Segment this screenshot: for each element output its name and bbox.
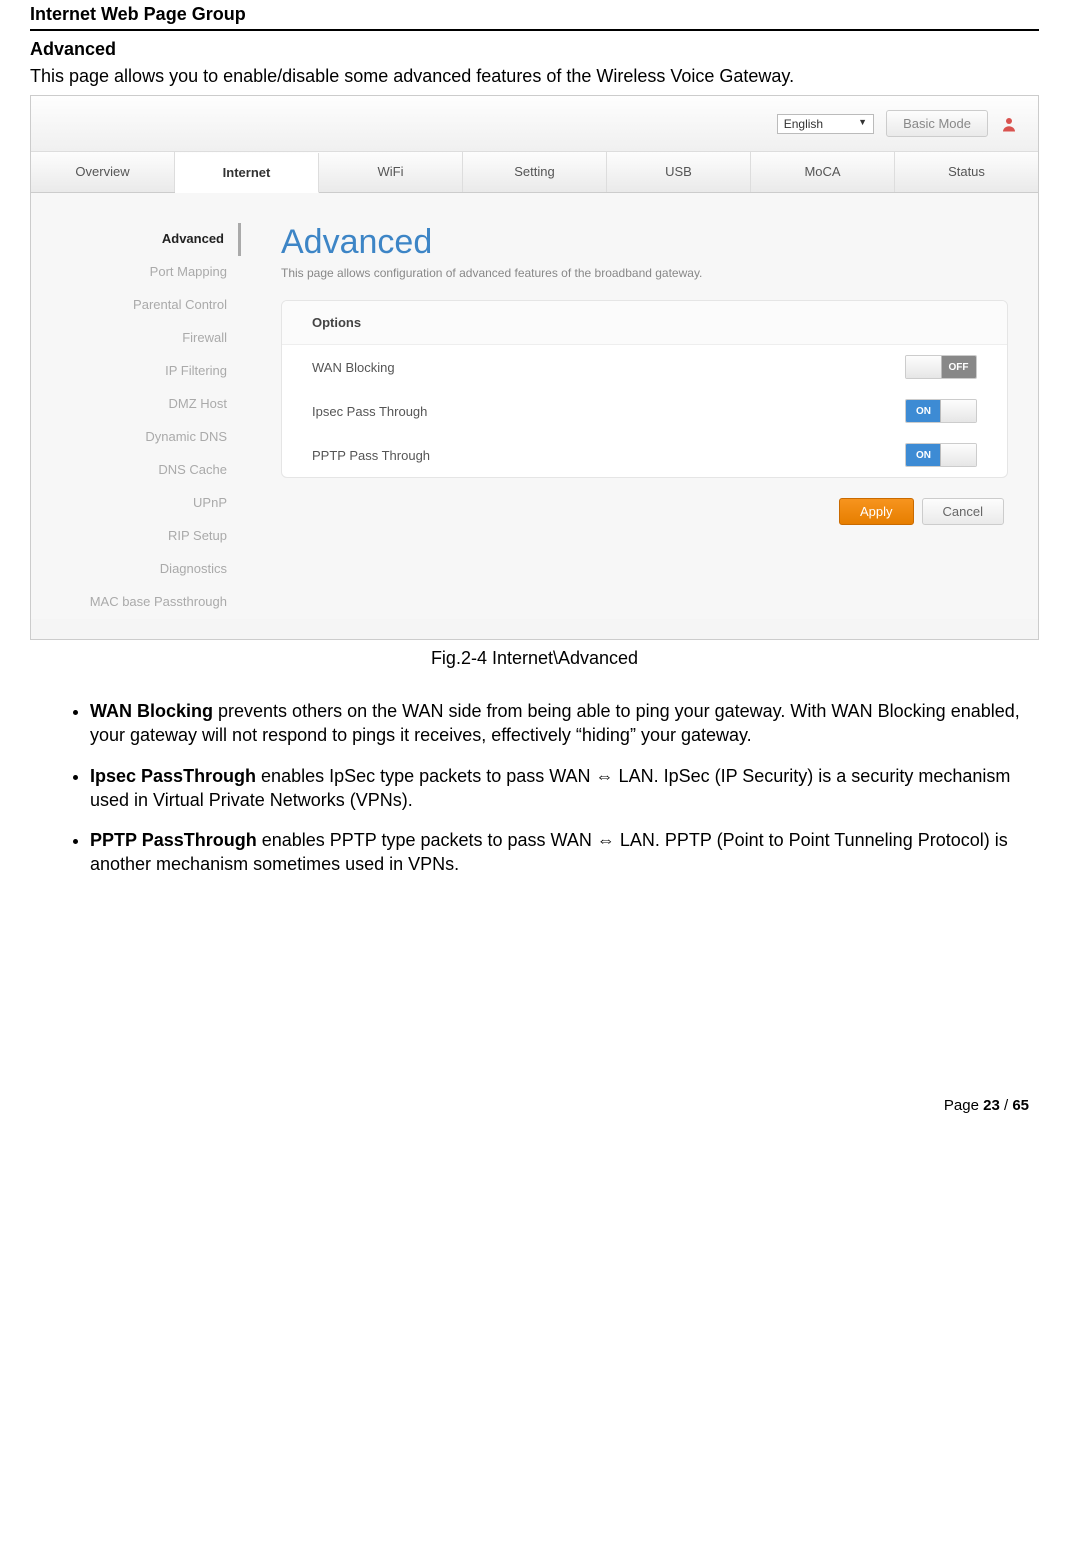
option-row: WAN Blocking OFF <box>282 345 1007 389</box>
list-item: WAN Blocking prevents others on the WAN … <box>90 699 1039 748</box>
doc-bullets: WAN Blocking prevents others on the WAN … <box>30 699 1039 877</box>
footer-label: Page <box>944 1097 983 1114</box>
main-nav: OverviewInternetWiFiSettingUSBMoCAStatus <box>31 151 1038 193</box>
tab-overview[interactable]: Overview <box>31 152 175 192</box>
sidebar-item-dns-cache[interactable]: DNS Cache <box>31 454 241 487</box>
content-area: Advanced This page allows configuration … <box>251 223 1038 619</box>
basic-mode-button[interactable]: Basic Mode <box>886 110 988 137</box>
figure-caption: Fig.2-4 Internet\Advanced <box>30 648 1039 669</box>
sidebar-item-dynamic-dns[interactable]: Dynamic DNS <box>31 421 241 454</box>
sidebar-item-upnp[interactable]: UPnP <box>31 487 241 520</box>
toggle-switch[interactable]: OFF <box>905 355 977 379</box>
cancel-button[interactable]: Cancel <box>922 498 1004 525</box>
doc-header: Internet Web Page Group <box>30 0 1039 31</box>
language-select[interactable]: English <box>777 114 874 134</box>
apply-button[interactable]: Apply <box>839 498 914 525</box>
tab-wifi[interactable]: WiFi <box>319 152 463 192</box>
option-row: Ipsec Pass Through ON <box>282 389 1007 433</box>
list-item: Ipsec PassThrough enables IpSec type pac… <box>90 764 1039 813</box>
tab-moca[interactable]: MoCA <box>751 152 895 192</box>
panel-header: Options <box>282 301 1007 345</box>
toggle-switch[interactable]: ON <box>905 443 977 467</box>
sidebar-item-firewall[interactable]: Firewall <box>31 322 241 355</box>
page-footer: Page 23 / 65 <box>30 1097 1039 1124</box>
sidebar-item-parental-control[interactable]: Parental Control <box>31 289 241 322</box>
sidebar-item-dmz-host[interactable]: DMZ Host <box>31 388 241 421</box>
action-row: Apply Cancel <box>281 498 1008 525</box>
options-panel: Options WAN Blocking OFF Ipsec Pass Throug… <box>281 300 1008 478</box>
doc-subheader: Advanced <box>30 39 1039 60</box>
list-item: PPTP PassThrough enables PPTP type packe… <box>90 828 1039 877</box>
option-row: PPTP Pass Through ON <box>282 433 1007 477</box>
screenshot-frame: English Basic Mode OverviewInternetWiFiS… <box>30 95 1039 640</box>
sidebar-item-port-mapping[interactable]: Port Mapping <box>31 256 241 289</box>
footer-sep: / <box>1000 1097 1013 1114</box>
sidebar-item-ip-filtering[interactable]: IP Filtering <box>31 355 241 388</box>
doc-intro: This page allows you to enable/disable s… <box>30 66 1039 87</box>
option-label: WAN Blocking <box>312 360 395 375</box>
page-subtitle: This page allows configuration of advanc… <box>281 266 1008 280</box>
sidebar-item-diagnostics[interactable]: Diagnostics <box>31 553 241 586</box>
user-icon[interactable] <box>1000 115 1018 133</box>
footer-total: 65 <box>1012 1097 1029 1114</box>
option-label: Ipsec Pass Through <box>312 404 427 419</box>
topbar: English Basic Mode <box>31 96 1038 151</box>
page-title: Advanced <box>281 223 1008 262</box>
tab-internet[interactable]: Internet <box>175 153 319 193</box>
sidebar-item-rip-setup[interactable]: RIP Setup <box>31 520 241 553</box>
footer-current: 23 <box>983 1097 1000 1114</box>
tab-usb[interactable]: USB <box>607 152 751 192</box>
sidebar: AdvancedPort MappingParental ControlFire… <box>31 223 251 619</box>
tab-setting[interactable]: Setting <box>463 152 607 192</box>
tab-status[interactable]: Status <box>895 152 1038 192</box>
sidebar-item-advanced[interactable]: Advanced <box>31 223 241 256</box>
toggle-switch[interactable]: ON <box>905 399 977 423</box>
sidebar-item-mac-base-passthrough[interactable]: MAC base Passthrough <box>31 586 241 619</box>
option-label: PPTP Pass Through <box>312 448 430 463</box>
